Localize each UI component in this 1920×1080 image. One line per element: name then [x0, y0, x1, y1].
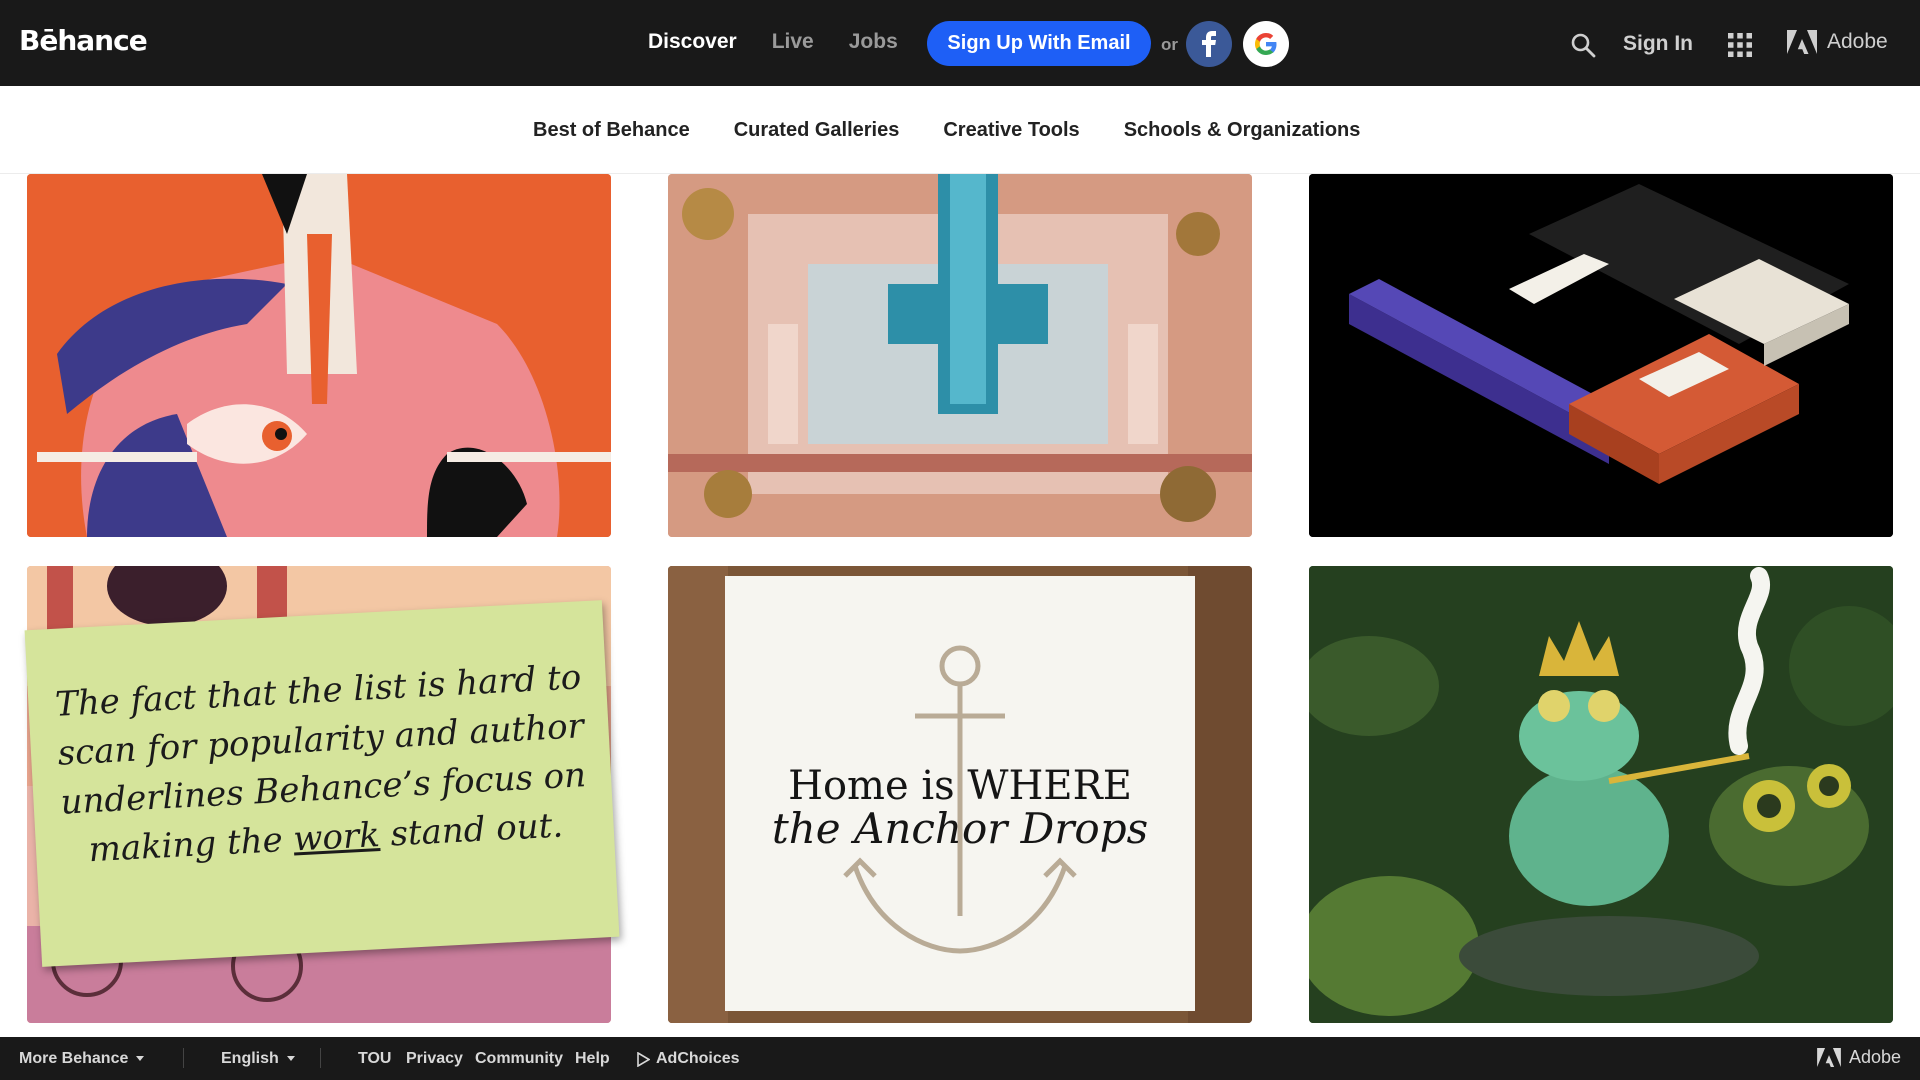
paper-sheet: Home is WHERE the Anchor Drops [725, 576, 1195, 1011]
footer-bar: More Behance English TOU Privacy Communi… [0, 1037, 1920, 1080]
language-selector[interactable]: English [221, 1050, 295, 1068]
footer-link-community[interactable]: Community [475, 1050, 563, 1068]
sticky-note-text: The fact that the list is hard to scan f… [54, 657, 587, 871]
footer-divider [320, 1048, 321, 1068]
google-icon [1255, 33, 1277, 55]
adobe-label: Adobe [1827, 30, 1888, 53]
subnav-creative-tools[interactable]: Creative Tools [943, 119, 1079, 142]
sticky-note-annotation: The fact that the list is hard to scan f… [24, 600, 620, 967]
project-card-packaging[interactable] [1309, 174, 1893, 537]
anchor-headline-line1: Home is WHERE [788, 763, 1132, 809]
facebook-icon [1202, 31, 1216, 57]
search-icon[interactable] [1570, 32, 1596, 58]
adobe-logo-icon [1817, 1048, 1841, 1067]
adchoices-label: AdChoices [656, 1050, 740, 1067]
behance-logo[interactable]: Bēhance [19, 24, 148, 57]
main-nav: Discover Live Jobs [648, 30, 898, 54]
nav-live[interactable]: Live [772, 30, 814, 54]
more-behance-dropdown[interactable]: More Behance [19, 1050, 145, 1068]
anchor-headline-line2: the Anchor Drops [771, 804, 1149, 853]
adobe-link[interactable]: Adobe [1787, 30, 1888, 54]
subnav-curated-galleries[interactable]: Curated Galleries [734, 119, 900, 142]
or-label: or [1161, 35, 1178, 54]
project-card-aerial-building[interactable] [668, 174, 1252, 537]
adobe-logo-icon [1787, 30, 1817, 54]
nav-discover[interactable]: Discover [648, 30, 737, 54]
project-thumbnail [1309, 174, 1893, 537]
footer-link-privacy[interactable]: Privacy [406, 1050, 463, 1068]
chevron-down-icon [286, 1056, 295, 1062]
facebook-login-button[interactable] [1186, 21, 1232, 67]
secondary-navigation: Best of Behance Curated Galleries Creati… [0, 86, 1920, 174]
adchoices-icon [637, 1051, 650, 1067]
project-thumbnail [668, 174, 1252, 537]
footer-divider [183, 1048, 184, 1068]
footer-adobe-link[interactable]: Adobe [1817, 1047, 1901, 1068]
footer-link-tou[interactable]: TOU [358, 1050, 391, 1068]
footer-adobe-label: Adobe [1849, 1047, 1902, 1067]
sign-in-link[interactable]: Sign In [1623, 32, 1693, 56]
more-behance-label: More Behance [19, 1050, 129, 1067]
google-login-button[interactable] [1243, 21, 1289, 67]
project-card-illustration-eye[interactable] [27, 174, 611, 537]
footer-link-help[interactable]: Help [575, 1050, 610, 1068]
project-thumbnail [27, 174, 611, 537]
project-card-anchor-typography[interactable]: Home is WHERE the Anchor Drops [668, 566, 1252, 1023]
project-card-frog-king-illustration[interactable] [1309, 566, 1893, 1023]
subnav-schools-organizations[interactable]: Schools & Organizations [1124, 119, 1361, 142]
sign-up-with-email-button[interactable]: Sign Up With Email [927, 21, 1151, 66]
top-navigation-bar: Bēhance Discover Live Jobs Sign Up With … [0, 0, 1920, 86]
apps-grid-icon[interactable] [1728, 33, 1752, 57]
language-label: English [221, 1050, 279, 1067]
project-thumbnail [1309, 566, 1893, 1023]
subnav-best-of-behance[interactable]: Best of Behance [533, 119, 690, 142]
chevron-down-icon [136, 1056, 145, 1062]
nav-jobs[interactable]: Jobs [849, 30, 898, 54]
adchoices-link[interactable]: AdChoices [637, 1050, 740, 1068]
